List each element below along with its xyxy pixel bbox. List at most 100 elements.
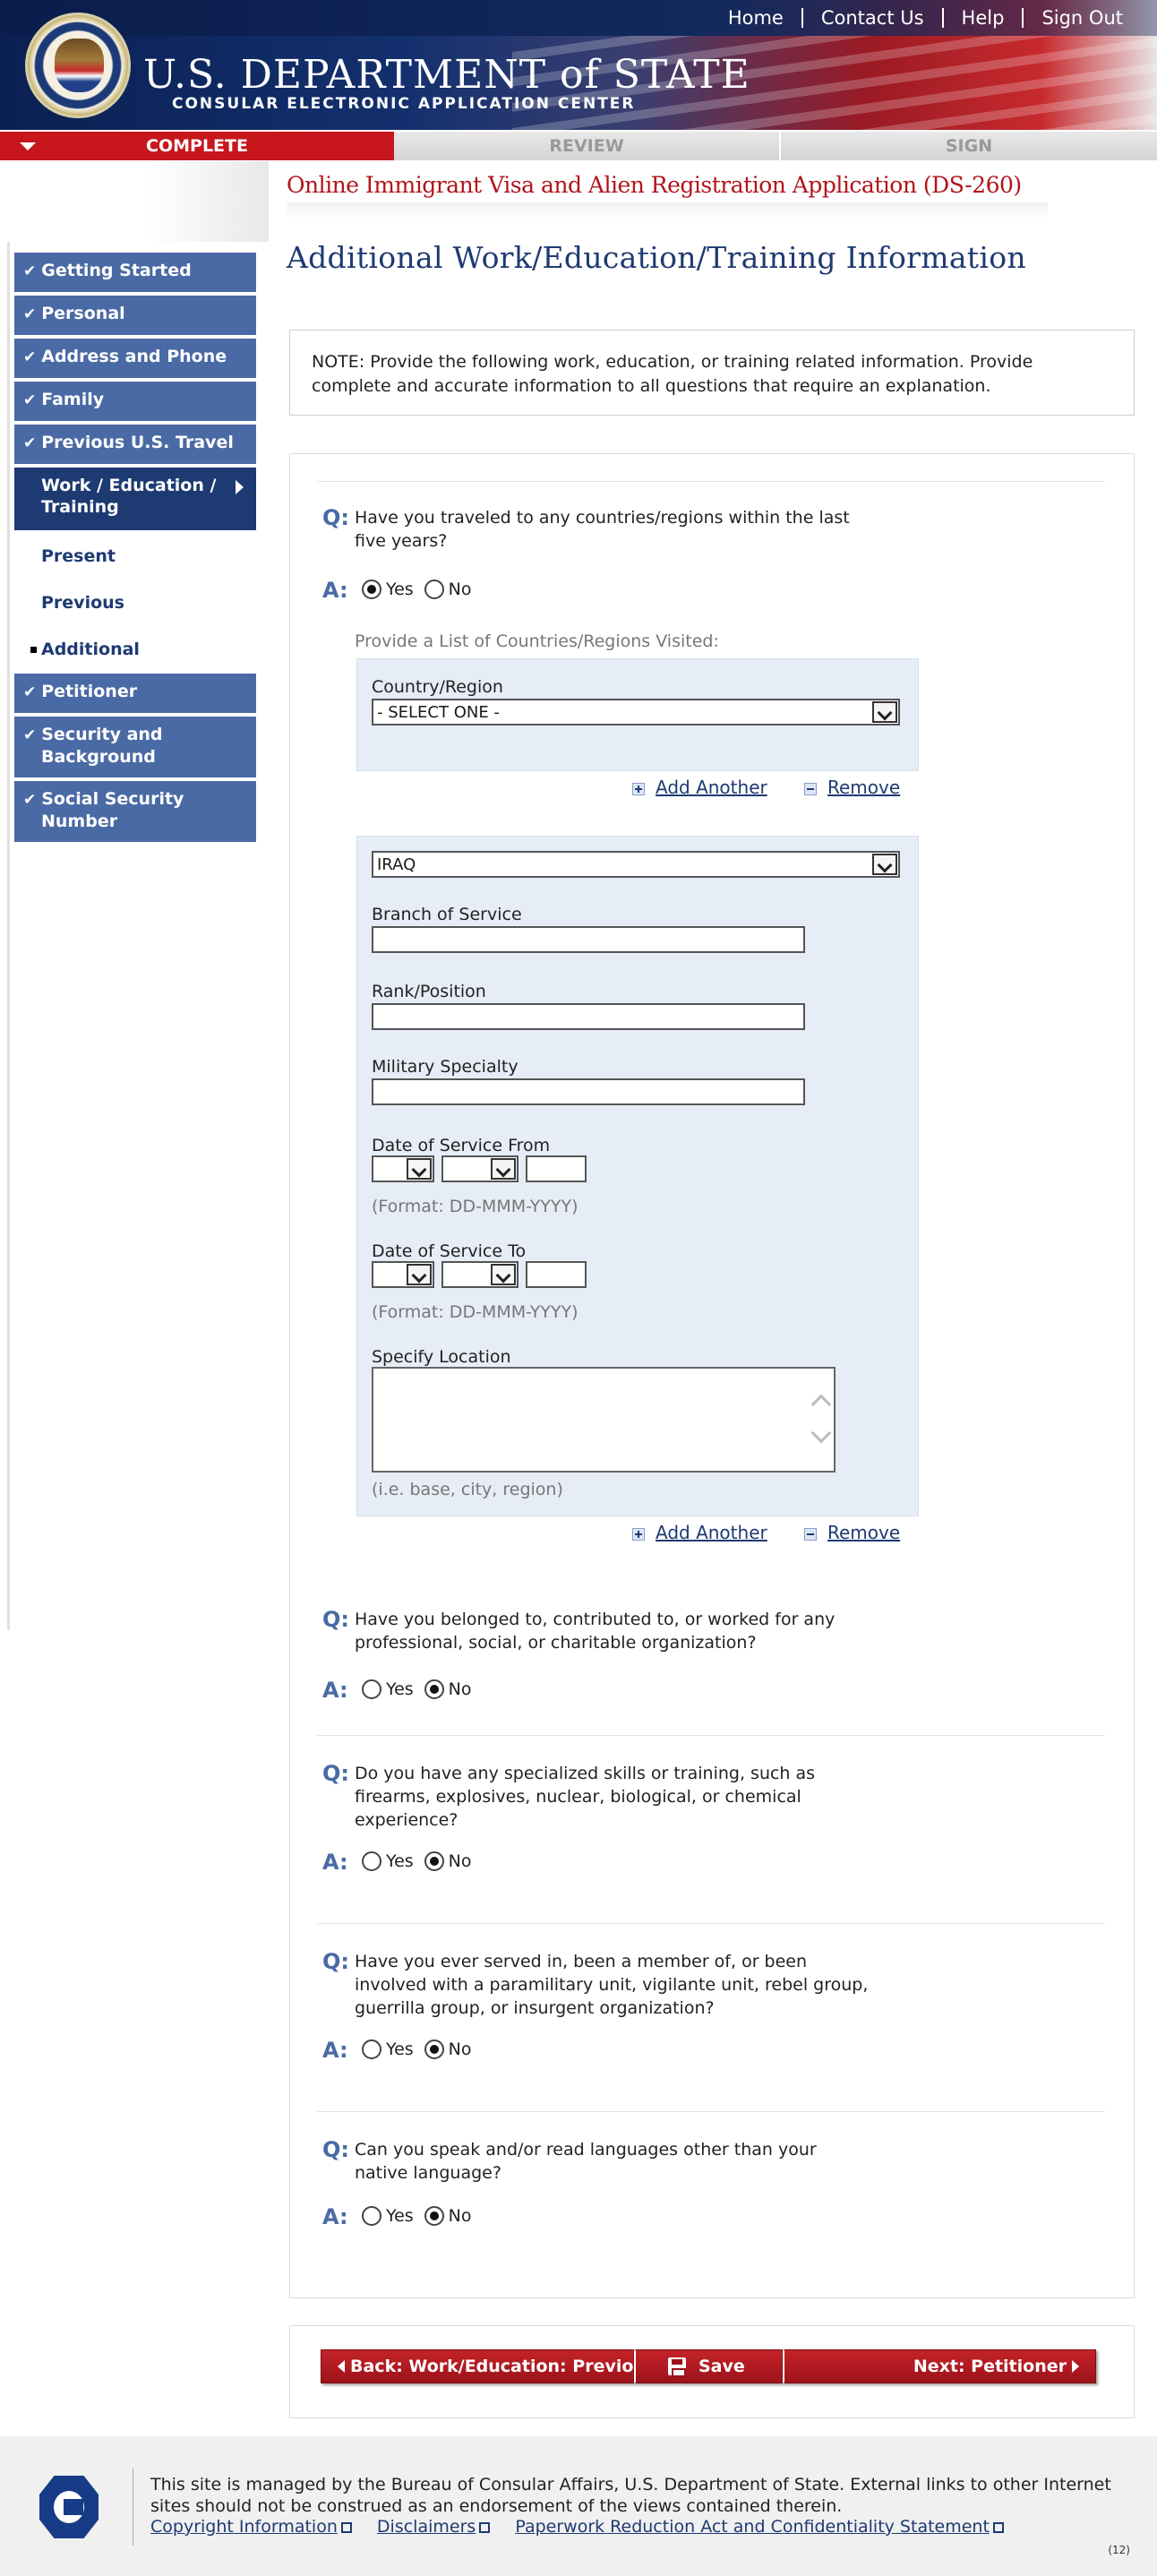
- military-service-panel: IRAQ Branch of Service Rank/Position Mil…: [356, 836, 919, 1516]
- add-icon: [632, 782, 645, 795]
- nav-item-label: Work / Education / Training: [41, 476, 217, 517]
- scroll-down-icon[interactable]: [810, 1422, 832, 1444]
- radio-no[interactable]: [424, 1679, 444, 1699]
- radio-yes[interactable]: [362, 2206, 381, 2226]
- external-link-icon: [479, 2522, 491, 2533]
- save-button[interactable]: Save: [634, 2349, 783, 2383]
- location-textarea[interactable]: [372, 1367, 836, 1473]
- add-another-country-link[interactable]: Add Another: [632, 777, 767, 798]
- from-month-select[interactable]: [441, 1155, 519, 1182]
- q-label: Q:: [322, 1949, 349, 1974]
- instruction-note: NOTE: Provide the following work, educat…: [289, 330, 1135, 416]
- consular-affairs-logo-icon: [39, 2476, 99, 2538]
- question-paramilitary: Q: Have you ever served in, been a membe…: [322, 1950, 874, 2020]
- chevron-right-icon: [236, 480, 244, 494]
- progress-bar: COMPLETE REVIEW SIGN: [0, 130, 1157, 160]
- radio-yes-label: Yes: [386, 1851, 414, 1871]
- add-another-service-link[interactable]: Add Another: [632, 1522, 767, 1543]
- check-icon: ✔: [23, 348, 37, 366]
- to-month-select[interactable]: [441, 1261, 519, 1288]
- chevron-down-icon: [491, 1158, 516, 1180]
- to-day-select[interactable]: [372, 1261, 434, 1288]
- nav-item-security-background[interactable]: ✔ Security and Background: [14, 717, 256, 777]
- copyright-link[interactable]: Copyright Information: [150, 2517, 352, 2537]
- to-year-input[interactable]: [526, 1261, 587, 1288]
- footer-disclaimer-text: This site is managed by the Bureau of Co…: [150, 2475, 1111, 2516]
- title-underbar: [287, 202, 1048, 219]
- radio-no[interactable]: [424, 1851, 444, 1871]
- step-sign: SIGN: [781, 132, 1157, 160]
- a-label: A:: [322, 2204, 348, 2229]
- question-languages: Q: Can you speak and/or read languages o…: [322, 2138, 874, 2185]
- countries-prompt: Provide a List of Countries/Regions Visi…: [355, 631, 719, 651]
- state-department-seal-icon: [25, 13, 131, 118]
- contact-us-link[interactable]: Contact Us: [801, 8, 942, 28]
- radio-no-label: No: [448, 1851, 472, 1871]
- radio-no-label: No: [448, 1679, 472, 1699]
- paperwork-reduction-link[interactable]: Paperwork Reduction Act and Confidential…: [515, 2517, 1004, 2537]
- help-link[interactable]: Help: [941, 8, 1023, 28]
- nav-item-petitioner[interactable]: ✔ Petitioner: [14, 674, 256, 713]
- a-label: A:: [322, 1850, 348, 1875]
- check-icon: ✔: [23, 391, 37, 409]
- disclaimers-link[interactable]: Disclaimers: [377, 2517, 491, 2537]
- triangle-left-icon: [338, 2360, 345, 2373]
- next-button[interactable]: Next: Petitioner: [783, 2349, 1096, 2383]
- military-country-select[interactable]: IRAQ: [372, 851, 900, 878]
- triangle-right-icon: [1072, 2360, 1079, 2373]
- specialty-input[interactable]: [372, 1078, 805, 1105]
- form-buttons: Back: Work/Education: Previous Save Next…: [289, 2325, 1135, 2418]
- nav-rule: [7, 242, 10, 1630]
- nav-item-address-phone[interactable]: ✔ Address and Phone: [14, 339, 256, 378]
- radio-no[interactable]: [424, 2039, 444, 2059]
- brand-subtitle: CONSULAR ELECTRONIC APPLICATION CENTER: [172, 95, 636, 113]
- radio-no[interactable]: [424, 2206, 444, 2226]
- check-icon: ✔: [23, 791, 37, 809]
- home-link[interactable]: Home: [710, 8, 801, 28]
- question-text: Have you belonged to, contributed to, or…: [355, 1610, 836, 1653]
- footer-links: Copyright Information Disclaimers Paperw…: [150, 2517, 1024, 2537]
- nav-item-family[interactable]: ✔ Family: [14, 382, 256, 421]
- from-format-hint: (Format: DD-MMM-YYYY): [372, 1197, 578, 1216]
- nav-item-label: Getting Started: [41, 261, 192, 280]
- from-day-select[interactable]: [372, 1155, 434, 1182]
- radio-yes[interactable]: [362, 1851, 381, 1871]
- question-text: Do you have any specialized skills or tr…: [355, 1764, 816, 1830]
- question-skills: Q: Do you have any specialized skills or…: [322, 1762, 874, 1832]
- from-year-input[interactable]: [526, 1155, 587, 1182]
- radio-no-label: No: [448, 2206, 472, 2226]
- scroll-up-icon[interactable]: [810, 1394, 832, 1415]
- step-complete-label: COMPLETE: [146, 136, 248, 156]
- application-title: Online Immigrant Visa and Alien Registra…: [287, 172, 1022, 198]
- countries-panel: Country/Region - SELECT ONE -: [356, 658, 919, 771]
- remove-country-link[interactable]: Remove: [804, 777, 900, 798]
- nav-item-label: Family: [41, 390, 105, 409]
- radio-yes[interactable]: [362, 580, 381, 599]
- chevron-down-icon: [407, 1264, 432, 1285]
- nav-sub-present[interactable]: Present: [14, 534, 256, 580]
- nav-item-personal[interactable]: ✔ Personal: [14, 296, 256, 335]
- page-footer: This site is managed by the Bureau of Co…: [0, 2436, 1157, 2576]
- select-value: IRAQ: [377, 855, 416, 874]
- divider: [317, 481, 1105, 482]
- a-label: A:: [322, 2038, 348, 2063]
- sign-out-link[interactable]: Sign Out: [1022, 8, 1141, 28]
- country-region-select[interactable]: - SELECT ONE -: [372, 699, 900, 726]
- check-icon: ✔: [23, 726, 37, 744]
- nav-item-previous-travel[interactable]: ✔ Previous U.S. Travel: [14, 425, 256, 464]
- branch-input[interactable]: [372, 926, 805, 953]
- nav-item-social-security[interactable]: ✔ Social Security Number: [14, 781, 256, 842]
- nav-sub-additional[interactable]: Additional: [14, 627, 256, 674]
- nav-sub-previous[interactable]: Previous: [14, 580, 256, 627]
- rank-input[interactable]: [372, 1003, 805, 1030]
- back-button[interactable]: Back: Work/Education: Previous: [321, 2349, 656, 2383]
- radio-yes[interactable]: [362, 1679, 381, 1699]
- nav-item-getting-started[interactable]: ✔ Getting Started: [14, 253, 256, 292]
- nav-item-work-education[interactable]: Work / Education / Training: [14, 468, 256, 530]
- nav-item-label: Personal: [41, 304, 125, 323]
- radio-yes[interactable]: [362, 2039, 381, 2059]
- site-header: U.S. DEPARTMENT of STATE CONSULAR ELECTR…: [0, 0, 1157, 130]
- remove-service-link[interactable]: Remove: [804, 1522, 900, 1543]
- check-icon: ✔: [23, 683, 37, 701]
- radio-no[interactable]: [424, 580, 444, 599]
